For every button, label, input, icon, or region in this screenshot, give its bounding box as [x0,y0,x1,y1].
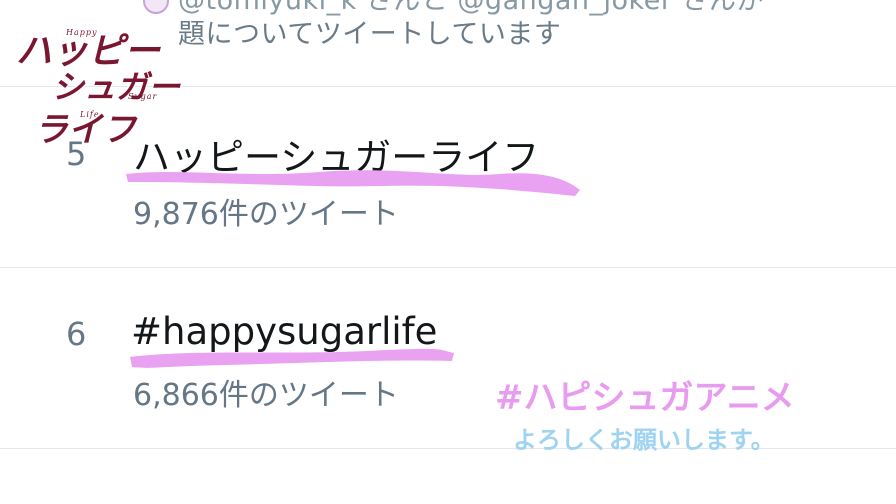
happy-sugar-life-logo: Happy ハッピー シュガー Sugar Life ライフ [0,0,200,160]
tweet-count: 9,876件のツイート [133,197,399,232]
tweet-count: 6,866件のツイート [133,378,399,413]
trend-rank: 6 [66,315,87,353]
promo-hashtag: #ハピシュガアニメ [495,378,795,418]
trend-name[interactable]: #happysugarlife [131,310,437,353]
logo-small-text: Sugar [128,92,158,101]
logo-line: ライフ [34,110,136,150]
trend-context: 題についてツイートしています [178,19,562,50]
promo-message: よろしくお願いします。 [513,426,775,454]
